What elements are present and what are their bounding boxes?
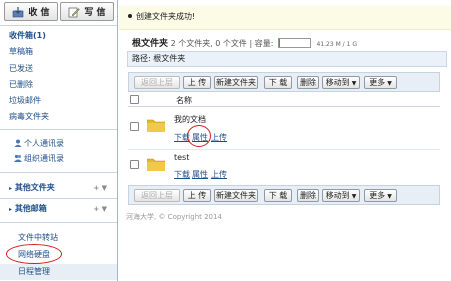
- bullet-icon: [128, 14, 132, 18]
- success-notice: 创建文件夹成功!: [119, 6, 451, 30]
- more-label: 更多: [369, 78, 386, 87]
- breadcrumb-text: 路径: 根文件夹: [132, 54, 186, 63]
- sidebar-item-inbox[interactable]: 收件箱(1): [0, 28, 117, 44]
- delete-button[interactable]: 删除: [297, 189, 319, 202]
- sidebar-item-label: 个人通讯录: [24, 139, 64, 148]
- back-button[interactable]: 返回上层: [134, 76, 180, 89]
- divider: [0, 25, 117, 26]
- toolbar-top: 返回上层 上 传 新建文件夹 下 载 删除 移动到 ▼ 更多 ▼: [128, 72, 440, 92]
- move-to-label: 移动到: [325, 78, 350, 87]
- divider: [0, 172, 117, 173]
- sidebar-item-other-mailboxes[interactable]: ▸ 其他邮箱 + ▼: [0, 201, 117, 217]
- chevron-right-icon: ▸: [9, 206, 13, 213]
- move-to-label: 移动到: [325, 191, 350, 200]
- upload-button[interactable]: 上 传: [183, 76, 211, 89]
- folder-name[interactable]: 我的文档: [174, 114, 206, 125]
- mailbox-actions[interactable]: + ▼: [93, 201, 107, 217]
- annotation-circle: [187, 125, 211, 147]
- sidebar-item-label: 其他邮箱: [14, 204, 47, 213]
- sidebar-item-label: 已删除: [9, 80, 33, 89]
- delete-button[interactable]: 删除: [297, 76, 319, 89]
- chevron-down-icon: ▼: [351, 80, 357, 87]
- download-button[interactable]: 下 载: [264, 76, 292, 89]
- properties-link[interactable]: 属性: [192, 169, 208, 180]
- inbox-button[interactable]: 收 信: [4, 2, 58, 21]
- page-title: 根文件夹: [132, 39, 169, 49]
- sidebar-item-label: 病毒文件夹: [9, 112, 49, 121]
- list-item: 我的文档 下载 属性 上传: [128, 110, 440, 150]
- group-icon: [14, 152, 22, 162]
- capacity-text: 41.23 M / 1 G: [316, 41, 357, 48]
- sidebar-item-sent[interactable]: 已发送: [0, 61, 117, 77]
- move-to-dropdown[interactable]: 移动到 ▼: [322, 189, 360, 202]
- inbox-button-label: 收 信: [28, 8, 50, 18]
- back-button[interactable]: 返回上层: [134, 189, 180, 202]
- more-dropdown[interactable]: 更多 ▼: [364, 76, 397, 89]
- person-icon: [14, 137, 22, 147]
- download-link[interactable]: 下载: [174, 169, 190, 180]
- sidebar-item-label: 已发送: [9, 64, 33, 73]
- chevron-down-icon: ▼: [387, 193, 392, 200]
- folder-icon: [146, 118, 166, 133]
- toolbar-bottom: 返回上层 上 传 新建文件夹 下 载 删除 移动到 ▼ 更多 ▼: [128, 185, 440, 205]
- inbox-icon: [12, 6, 24, 18]
- more-label: 更多: [369, 191, 386, 200]
- column-name-header: 名称: [176, 96, 192, 105]
- row-checkbox[interactable]: [130, 122, 139, 131]
- more-dropdown[interactable]: 更多 ▼: [364, 189, 397, 202]
- divider: [0, 222, 117, 223]
- capacity-bar-fill: [278, 39, 281, 47]
- copyright-footer: 河海大学, © Copyright 2014: [126, 213, 222, 221]
- select-all-checkbox[interactable]: [130, 95, 139, 104]
- capacity-label: 容量:: [254, 39, 274, 48]
- divider: [0, 198, 117, 199]
- sidebar-item-calendar[interactable]: 日程管理: [0, 264, 117, 280]
- breadcrumb: 路径: 根文件夹: [127, 51, 447, 67]
- upload-button[interactable]: 上 传: [183, 189, 211, 202]
- chevron-right-icon: ▸: [9, 185, 13, 192]
- sidebar-item-label: 组织通讯录: [24, 154, 64, 163]
- capacity-bar: [277, 38, 311, 48]
- list-item: test 下载 属性 上传: [128, 151, 440, 181]
- chevron-down-icon: ▼: [387, 80, 392, 87]
- folder-summary: 2 个文件夹, 0 个文件: [170, 39, 247, 48]
- new-folder-button[interactable]: 新建文件夹: [214, 189, 258, 202]
- compose-button[interactable]: 写 信: [60, 2, 114, 21]
- sidebar-item-label: 收件箱(1): [9, 31, 46, 40]
- compose-button-label: 写 信: [84, 8, 106, 18]
- header-separator: |: [249, 39, 253, 48]
- sidebar-item-spam[interactable]: 垃圾邮件: [0, 93, 117, 109]
- divider: [0, 129, 117, 130]
- sidebar-item-label: 日程管理: [18, 267, 50, 276]
- download-button[interactable]: 下 载: [264, 189, 292, 202]
- compose-icon: [68, 6, 81, 18]
- main-panel: 创建文件夹成功! 根文件夹 2 个文件夹, 0 个文件 | 容量: 41.23 …: [119, 0, 451, 281]
- sidebar-item-label: 垃圾邮件: [9, 96, 41, 105]
- folder-actions[interactable]: + ▼: [93, 180, 107, 196]
- sidebar-item-drafts[interactable]: 草稿箱: [0, 44, 117, 60]
- sidebar-item-org-contacts[interactable]: 组织通讯录: [0, 151, 117, 167]
- folder-name[interactable]: test: [174, 153, 189, 162]
- chevron-down-icon: ▼: [351, 193, 357, 200]
- sidebar-item-label: 文件中转站: [18, 233, 58, 242]
- folder-icon: [146, 157, 166, 172]
- sidebar: 收 信 写 信 收件箱(1) 草稿箱 已发送 已删除 垃圾邮件 病毒文件夹 个人…: [0, 0, 118, 281]
- sidebar-item-label: 其他文件夹: [14, 183, 55, 192]
- sidebar-item-virus[interactable]: 病毒文件夹: [0, 109, 117, 125]
- move-to-dropdown[interactable]: 移动到 ▼: [322, 76, 360, 89]
- sidebar-item-other-folders[interactable]: ▸ 其他文件夹 + ▼: [0, 180, 117, 196]
- list-header: 名称: [128, 94, 440, 107]
- upload-link[interactable]: 上传: [211, 169, 227, 180]
- sidebar-item-personal-contacts[interactable]: 个人通讯录: [0, 136, 117, 152]
- row-checkbox[interactable]: [130, 160, 139, 169]
- sidebar-item-label: 草稿箱: [9, 47, 33, 56]
- sidebar-item-transfer[interactable]: 文件中转站: [0, 230, 117, 246]
- notice-text: 创建文件夹成功!: [136, 12, 196, 21]
- folder-header: 根文件夹 2 个文件夹, 0 个文件 | 容量: 41.23 M / 1 G: [132, 36, 357, 49]
- upload-link[interactable]: 上传: [211, 132, 227, 143]
- annotation-circle: [6, 244, 62, 264]
- sidebar-item-deleted[interactable]: 已删除: [0, 77, 117, 93]
- new-folder-button[interactable]: 新建文件夹: [214, 76, 258, 89]
